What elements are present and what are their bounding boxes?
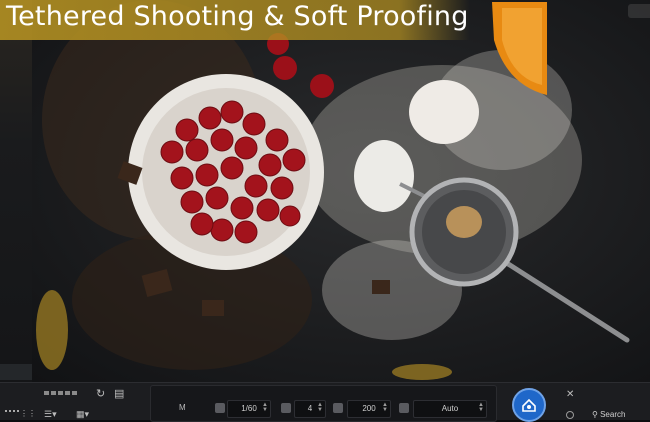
- shutter-speed-field[interactable]: 1/60 ▲ ▼: [227, 400, 271, 418]
- title-banner: Tethered Shooting & Soft Proofing: [0, 0, 470, 40]
- video-title: Tethered Shooting & Soft Proofing: [6, 1, 469, 32]
- search-button[interactable]: ⚲ Search: [592, 410, 625, 419]
- shutter-speed-value: 1/60: [241, 404, 257, 413]
- iso-stepper[interactable]: ▲ ▼: [382, 402, 388, 413]
- adjust-icon[interactable]: ▦▾: [76, 408, 89, 420]
- search-icon: ⚲: [592, 410, 598, 419]
- settings-dot-icon[interactable]: [566, 411, 574, 419]
- white-balance-value: Auto: [441, 404, 459, 413]
- camera-capture-icon: [522, 398, 536, 412]
- photo-artwork: [36, 0, 630, 380]
- photo-viewer: Tethered Shooting & Soft Proofing: [0, 0, 650, 382]
- white-balance-icon: [399, 403, 409, 413]
- shutter-icon: [215, 403, 225, 413]
- view-menu-icon[interactable]: ⋮⋮: [20, 408, 36, 420]
- compare-icon[interactable]: ▤: [114, 388, 124, 400]
- iso-value: 200: [362, 404, 376, 413]
- camera-settings-panel: M 1/60 ▲ ▼ 4 ▲ ▼ 200 ▲ ▼ Auto ▲ ▼: [150, 385, 497, 422]
- view-controls: ↻ ▤ ⋮⋮ ☰▾ ▦▾: [0, 383, 145, 420]
- rotate-icon[interactable]: ↻: [96, 388, 105, 400]
- iso-icon: [333, 403, 343, 413]
- close-icon[interactable]: ✕: [566, 389, 574, 400]
- search-label: Search: [600, 410, 626, 419]
- grid-view-icon[interactable]: [5, 410, 19, 412]
- iso-field[interactable]: 200 ▲ ▼: [347, 400, 391, 418]
- capture-toolbar: ↻ ▤ ⋮⋮ ☰▾ ▦▾ M 1/60 ▲ ▼ 4 ▲ ▼ 200 ▲ ▼ Auto …: [0, 382, 650, 422]
- aperture-stepper[interactable]: ▲ ▼: [317, 402, 323, 413]
- white-balance-field[interactable]: Auto ▲ ▼: [413, 400, 487, 418]
- aperture-field[interactable]: 4 ▲ ▼: [294, 400, 326, 418]
- filmstrip-indicator[interactable]: [44, 391, 77, 395]
- aperture-icon: [281, 403, 291, 413]
- panel-swatch[interactable]: [0, 364, 32, 380]
- exposure-mode[interactable]: M: [179, 403, 186, 412]
- capture-button[interactable]: [512, 388, 546, 422]
- list-view-icon[interactable]: ☰▾: [44, 408, 57, 420]
- shutter-stepper[interactable]: ▲ ▼: [262, 402, 268, 413]
- left-panel-strip: [0, 0, 32, 382]
- viewer-overlay-button[interactable]: [628, 4, 650, 18]
- white-balance-dropdown[interactable]: ▲ ▼: [478, 402, 484, 413]
- aperture-value: 4: [307, 404, 313, 413]
- main-photo: [32, 0, 650, 382]
